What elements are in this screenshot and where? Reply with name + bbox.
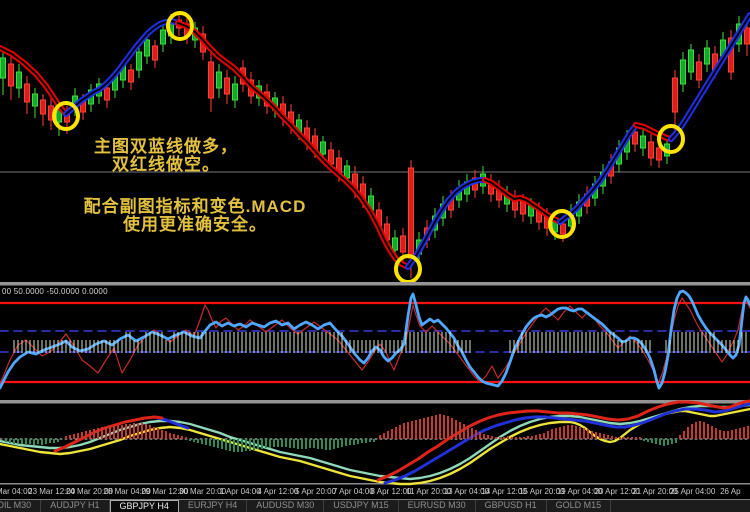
chart-tab-eurusd-m30[interactable]: EURUSD M30	[399, 500, 476, 512]
chart-tab-gold-m15[interactable]: GOLD M15	[547, 500, 612, 512]
annotation-long-short-rule: 主图双蓝线做多， 双红线做空。	[36, 138, 296, 173]
annotation-line4: 使用更准确安全。	[50, 216, 340, 234]
chart-canvas[interactable]	[0, 0, 750, 512]
chart-tab-audjpy-h1[interactable]: AUDJPY H1	[41, 500, 109, 512]
time-axis-label: 7 Apr 04:00	[333, 487, 374, 496]
time-axis[interactable]: Mar 04:0023 Mar 12:0024 Mar 20:0028 Mar …	[0, 486, 750, 500]
time-axis-label: 25 Apr 04:00	[670, 487, 715, 496]
chart-tab-gbpusd-h1[interactable]: GBPUSD H1	[476, 500, 547, 512]
annotation-line1: 主图双蓝线做多，	[36, 138, 296, 156]
oscillator-panel[interactable]	[0, 291, 750, 388]
chart-tab-usdjpy-m15[interactable]: USDJPY M15	[324, 500, 398, 512]
time-axis-label: 1 Apr 04:00	[220, 487, 261, 496]
time-axis-label: 4 Apr 12:00	[257, 487, 298, 496]
chart-tab-eurjpy-h4[interactable]: EURJPY H4	[179, 500, 247, 512]
chart-tab-oil-m30[interactable]: OIL M30	[0, 500, 41, 512]
annotation-line3: 配合副图指标和变色.MACD	[50, 198, 340, 216]
time-axis-label: 5 Apr 20:00	[295, 487, 336, 496]
indicator-values-label: 00 50.0000 -50.0000 0.0000	[2, 287, 108, 296]
mt4-chart-window: 主图双蓝线做多， 双红线做空。 配合副图指标和变色.MACD 使用更准确安全。 …	[0, 0, 750, 512]
chart-tab-audusd-m30[interactable]: AUDUSD M30	[247, 500, 324, 512]
annotation-line2: 双红线做空。	[36, 156, 296, 174]
chart-tab-bar: OIL M30AUDJPY H1GBPJPY H4EURJPY H4AUDUSD…	[0, 499, 750, 512]
panel-separators	[0, 282, 750, 485]
chart-tab-gbpjpy-h4[interactable]: GBPJPY H4	[110, 500, 179, 512]
macd-panel[interactable]	[0, 401, 750, 484]
annotation-macd-tip: 配合副图指标和变色.MACD 使用更准确安全。	[50, 198, 340, 233]
macd-histogram	[6, 414, 748, 452]
time-axis-label: 26 Ap	[720, 487, 740, 496]
